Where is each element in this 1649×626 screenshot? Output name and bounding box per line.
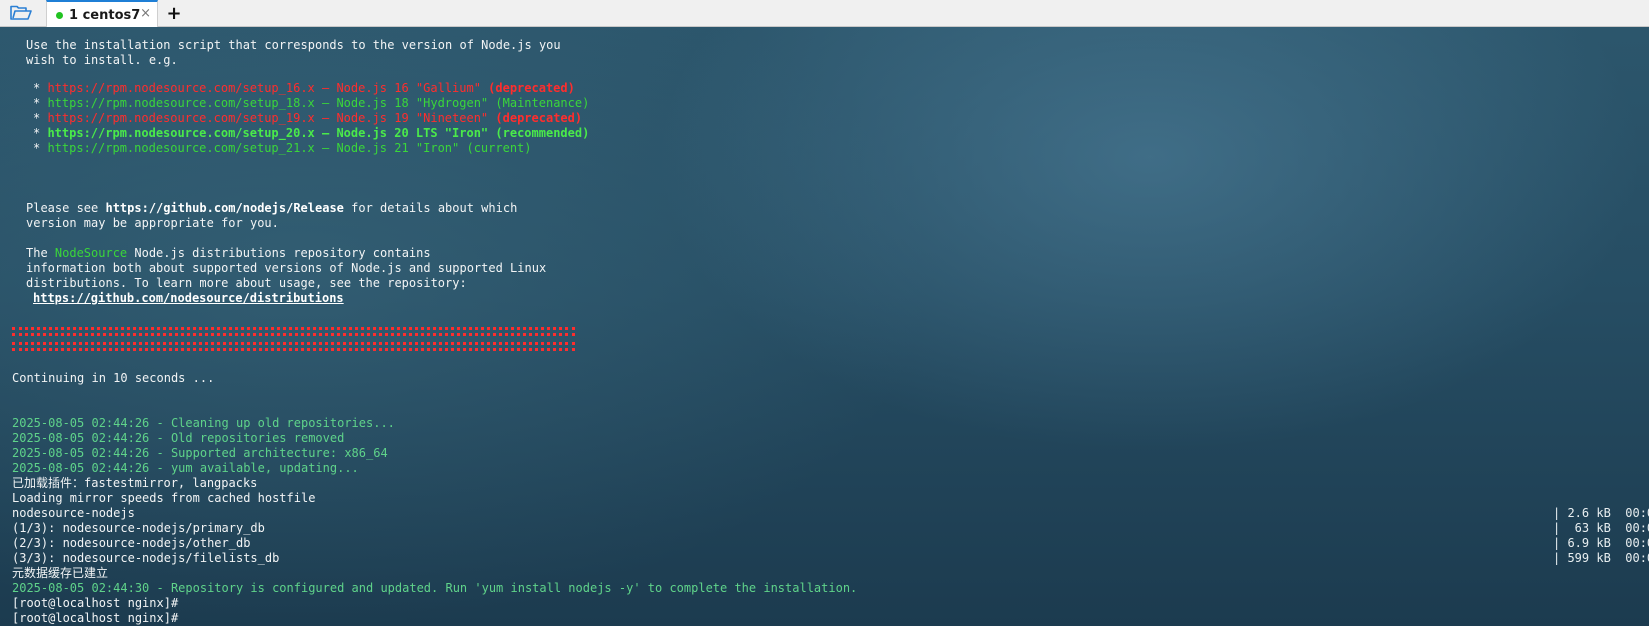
terminal-line: 元数据缓存已建立	[12, 566, 109, 580]
repo-line: (3/3): nodesource-nodejs/filelists_db	[12, 551, 280, 565]
log-line: 2025-08-05 02:44:30 - Repository is conf…	[12, 581, 858, 595]
terminal-output[interactable]: Use the installation script that corresp…	[0, 27, 1649, 626]
setup-line-19: * https://rpm.nodesource.com/setup_19.x …	[33, 111, 583, 125]
separator-rule	[12, 327, 575, 336]
log-line: 2025-08-05 02:44:26 - Supported architec…	[12, 446, 388, 460]
repo-size: | 599 kB 00:0	[1553, 551, 1649, 565]
setup-line-21: * https://rpm.nodesource.com/setup_21.x …	[33, 141, 532, 155]
distributions-link[interactable]: https://github.com/nodesource/distributi…	[33, 291, 344, 305]
log-line: 2025-08-05 02:44:26 - yum available, upd…	[12, 461, 359, 475]
tab-centos7[interactable]: 1 centos7 ×	[46, 0, 158, 28]
terminal-line: Please see https://github.com/nodejs/Rel…	[26, 201, 518, 215]
terminal-line: 已加载插件：fastestmirror, langpacks	[12, 476, 258, 490]
new-tab-button[interactable]: +	[164, 2, 184, 24]
log-line: 2025-08-05 02:44:26 - Old repositories r…	[12, 431, 345, 445]
setup-line-20: * https://rpm.nodesource.com/setup_20.x …	[33, 126, 590, 140]
terminal-line: Use the installation script that corresp…	[26, 38, 561, 52]
terminal-line: version may be appropriate for you.	[26, 216, 279, 230]
terminal-line: The NodeSource Node.js distributions rep…	[26, 246, 431, 260]
repo-line: (2/3): nodesource-nodejs/other_db	[12, 536, 251, 550]
repo-line: nodesource-nodejs	[12, 506, 135, 520]
nodesource-label: NodeSource	[54, 246, 128, 260]
repo-line: (1/3): nodesource-nodejs/primary_db	[12, 521, 265, 535]
connection-status-icon	[56, 11, 63, 19]
separator-rule	[12, 342, 575, 351]
shell-prompt: [root@localhost nginx]#	[12, 596, 179, 610]
tab-close-icon[interactable]: ×	[140, 6, 151, 21]
tab-bar: 1 centos7 × +	[0, 0, 1649, 28]
repo-size: | 2.6 kB 00:0	[1553, 506, 1649, 520]
shell-prompt[interactable]: [root@localhost nginx]#	[12, 611, 178, 626]
terminal-line: Loading mirror speeds from cached hostfi…	[12, 491, 316, 505]
terminal-line: wish to install. e.g.	[26, 53, 178, 67]
terminal-line: information both about supported version…	[26, 261, 547, 275]
setup-line-18: * https://rpm.nodesource.com/setup_18.x …	[33, 96, 590, 110]
terminal-line: https://github.com/nodesource/distributi…	[33, 291, 344, 306]
tab-label: 1 centos7	[69, 7, 141, 23]
release-link: https://github.com/nodejs/Release	[105, 201, 344, 215]
repo-size: | 63 kB 00:0	[1553, 521, 1649, 535]
log-line: 2025-08-05 02:44:26 - Cleaning up old re…	[12, 416, 395, 430]
setup-line-16: * https://rpm.nodesource.com/setup_16.x …	[33, 81, 575, 95]
repo-size: | 6.9 kB 00:0	[1553, 536, 1649, 550]
terminal-line: distributions. To learn more about usage…	[26, 276, 467, 290]
folder-open-icon[interactable]	[6, 3, 36, 23]
terminal-line: Continuing in 10 seconds ...	[12, 371, 215, 385]
